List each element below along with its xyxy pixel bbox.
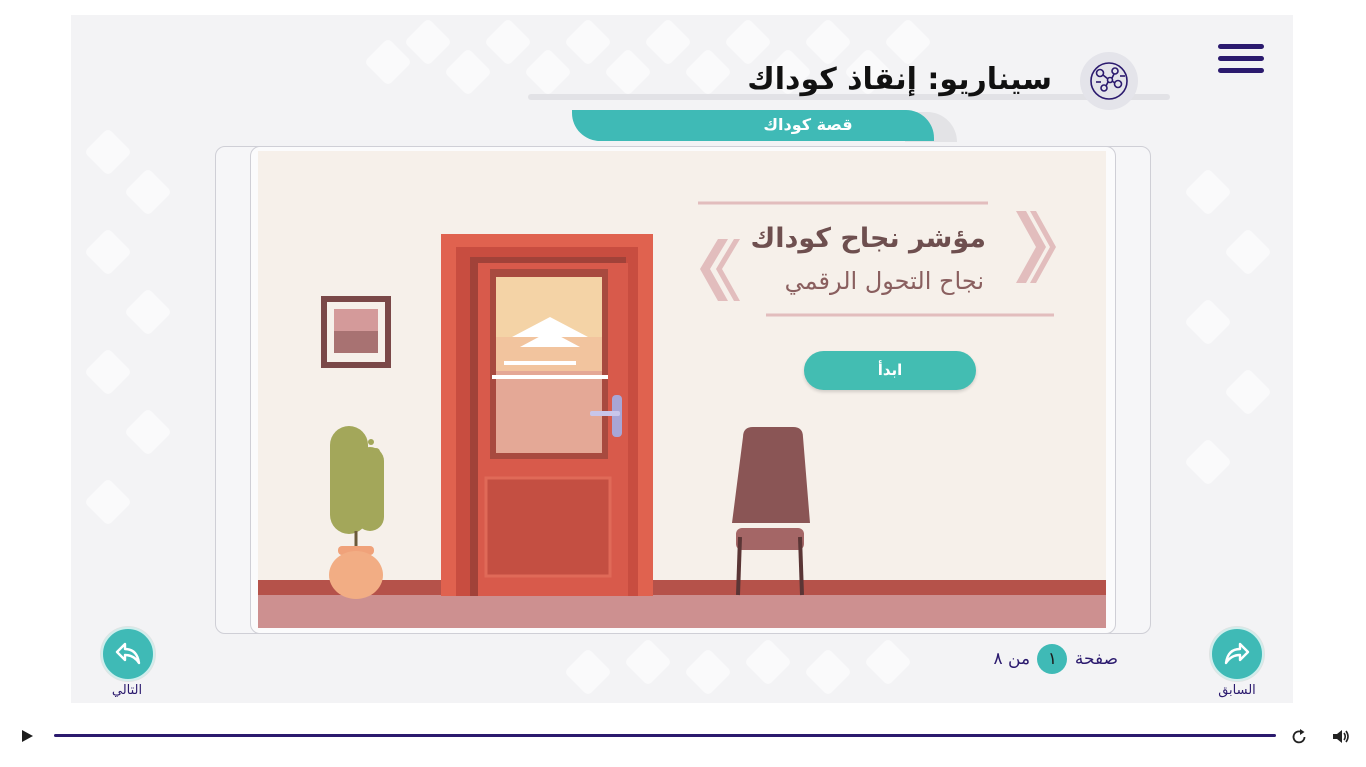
door bbox=[441, 234, 653, 596]
previous-button[interactable] bbox=[1210, 627, 1264, 681]
replay-icon[interactable] bbox=[1291, 728, 1308, 745]
menu-button[interactable] bbox=[1218, 44, 1266, 78]
play-icon[interactable] bbox=[20, 729, 34, 743]
next-label: التالي bbox=[111, 683, 143, 698]
media-player-bar bbox=[0, 713, 1366, 767]
hamburger-menu-icon bbox=[1218, 44, 1264, 49]
tab-label: قصة كوداك bbox=[763, 115, 853, 134]
total-pages: ٨ bbox=[993, 649, 1003, 669]
slide-heading: مؤشر نجاح كوداك bbox=[751, 223, 986, 254]
page-indicator: صفحة ١ من ٨ bbox=[968, 644, 1118, 674]
reply-arrow-icon bbox=[115, 642, 141, 665]
hamburger-menu-icon bbox=[1218, 56, 1264, 61]
page-word: صفحة bbox=[1074, 649, 1118, 669]
forward-arrow-icon bbox=[1224, 642, 1250, 665]
start-button[interactable]: ابدأ bbox=[804, 351, 976, 390]
current-page: ١ bbox=[1037, 644, 1068, 674]
circuit-network-icon bbox=[1090, 62, 1128, 100]
room-illustration: مؤشر نجاح كوداك نجاح التحول الرقمي bbox=[258, 151, 1106, 628]
plant-pot bbox=[329, 426, 384, 599]
baseboard bbox=[258, 580, 1106, 595]
next-button[interactable] bbox=[101, 627, 155, 681]
slide-subheading: نجاح التحول الرقمي bbox=[785, 267, 984, 295]
wall-picture bbox=[321, 296, 391, 368]
seek-bar[interactable] bbox=[54, 734, 1276, 737]
previous-label: السابق bbox=[1218, 683, 1256, 698]
scenario-badge bbox=[1080, 52, 1138, 110]
of-word: من bbox=[1008, 649, 1031, 669]
volume-icon[interactable] bbox=[1332, 728, 1350, 745]
hamburger-menu-icon bbox=[1218, 68, 1264, 73]
page-title: سيناريو: إنقاذ كوداك bbox=[747, 62, 1052, 97]
floor bbox=[258, 595, 1106, 628]
tab-kodak-story[interactable]: قصة كوداك bbox=[572, 110, 934, 141]
